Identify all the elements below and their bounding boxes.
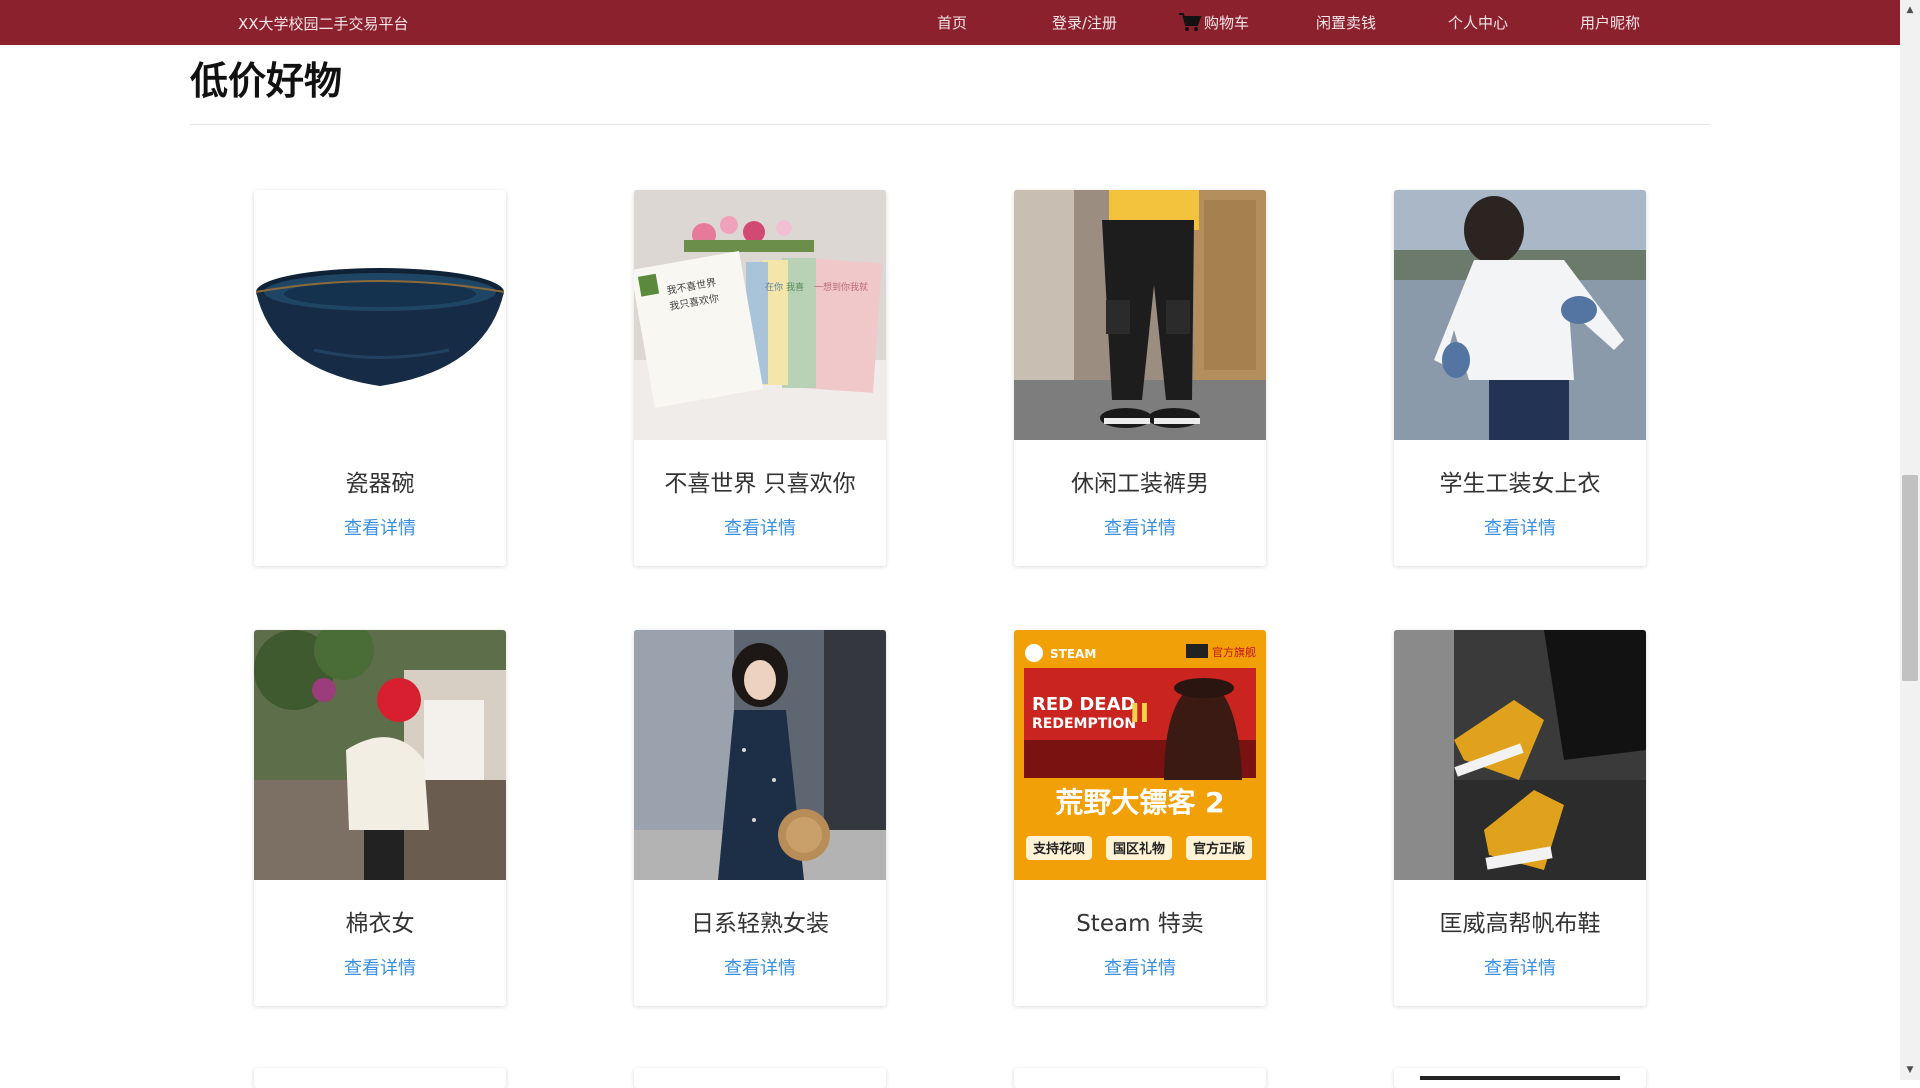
product-image-japanese-dress[interactable] <box>634 630 886 880</box>
view-details-link[interactable]: 查看详情 <box>1394 514 1646 540</box>
product-title: 匡威高帮帆布鞋 <box>1439 911 1601 937</box>
book-spine-text-1: 在你 <box>765 281 783 293</box>
steam-tag-2: 国区礼物 <box>1113 841 1165 857</box>
view-details-link[interactable]: 查看详情 <box>1014 954 1266 980</box>
site-brand[interactable]: XX大学校园二手交易平台 <box>238 13 409 34</box>
product-image-work-jacket[interactable] <box>1394 190 1646 440</box>
book-spine-text-2: 我喜 <box>786 281 804 293</box>
nav-user-nickname[interactable]: 用户昵称 <box>1580 12 1640 33</box>
product-card-partial[interactable] <box>634 1068 886 1088</box>
view-details-link[interactable]: 查看详情 <box>1014 514 1266 540</box>
view-details-link[interactable]: 查看详情 <box>634 514 886 540</box>
section-title: 低价好物 <box>190 59 343 103</box>
cart-icon <box>1179 13 1202 31</box>
product-image-partial <box>1420 1076 1620 1080</box>
view-details-link[interactable]: 查看详情 <box>254 954 506 980</box>
scrollbar-thumb[interactable] <box>1902 475 1918 681</box>
view-details-link[interactable]: 查看详情 <box>1394 954 1646 980</box>
nav-user-center[interactable]: 个人中心 <box>1448 12 1508 33</box>
view-details-link[interactable]: 查看详情 <box>634 954 886 980</box>
product-card[interactable]: 瓷器碗 查看详情 <box>254 190 506 566</box>
product-card-partial[interactable] <box>254 1068 506 1088</box>
nav-cart[interactable]: 购物车 <box>1178 12 1249 33</box>
product-card-partial[interactable] <box>1394 1068 1646 1088</box>
steam-tag-3: 官方正版 <box>1193 841 1245 857</box>
product-card[interactable]: 匡威高帮帆布鞋 查看详情 <box>1394 630 1646 1006</box>
steam-tag-1: 支持花呗 <box>1032 841 1085 857</box>
product-title: Steam 特卖 <box>1076 911 1204 937</box>
steam-brand-text: STEAM <box>1050 647 1096 661</box>
scroll-up-arrow[interactable]: ▲ <box>1900 2 1920 18</box>
product-title: 棉衣女 <box>345 911 415 937</box>
product-image-books[interactable]: 我不喜世界 我只喜欢你 在你 我喜 一想到你我就 <box>634 190 886 440</box>
view-details-link[interactable]: 查看详情 <box>254 514 506 540</box>
product-title: 日系轻熟女装 <box>691 911 829 937</box>
game-title-en-numeral: II <box>1130 699 1149 729</box>
product-image-bowl[interactable] <box>254 190 506 440</box>
nav-cart-label: 购物车 <box>1204 14 1250 32</box>
book-cover-text-3: 一想到你我就 <box>814 281 868 293</box>
product-title: 学生工装女上衣 <box>1439 471 1601 497</box>
nav-login-register[interactable]: 登录/注册 <box>1052 12 1117 33</box>
steam-store-text: 官方旗舰 <box>1212 645 1256 659</box>
nav-home[interactable]: 首页 <box>937 12 967 33</box>
product-title: 瓷器碗 <box>345 471 415 497</box>
product-title: 不喜世界 只喜欢你 <box>664 471 856 497</box>
section-divider <box>190 124 1710 125</box>
nav-sell-idle[interactable]: 闲置卖钱 <box>1316 12 1376 33</box>
product-image-cargo-pants[interactable] <box>1014 190 1266 440</box>
game-title-en-1: RED DEAD <box>1032 694 1135 715</box>
product-image-converse-shoes[interactable] <box>1394 630 1646 880</box>
game-title-cn: 荒野大镖客 2 <box>1055 786 1224 819</box>
product-card[interactable]: 学生工装女上衣 查看详情 <box>1394 190 1646 566</box>
scroll-down-arrow[interactable]: ▼ <box>1900 1062 1920 1078</box>
top-nav-bar: XX大学校园二手交易平台 首页 登录/注册 购物车 闲置卖钱 个人中心 用户昵称 <box>0 0 1900 45</box>
product-card[interactable]: 我不喜世界 我只喜欢你 在你 我喜 一想到你我就 不喜世界 只喜欢你 查看详情 <box>634 190 886 566</box>
product-title: 休闲工装裤男 <box>1071 471 1209 497</box>
product-card[interactable]: STEAM 官方旗舰 RED DEAD REDEMPTION II 荒野大镖客 … <box>1014 630 1266 1006</box>
product-card[interactable]: 休闲工装裤男 查看详情 <box>1014 190 1266 566</box>
product-image-steam-game[interactable]: STEAM 官方旗舰 RED DEAD REDEMPTION II 荒野大镖客 … <box>1014 630 1266 880</box>
game-title-en-2: REDEMPTION <box>1032 716 1136 732</box>
product-card[interactable]: 日系轻熟女装 查看详情 <box>634 630 886 1006</box>
product-card[interactable]: 棉衣女 查看详情 <box>254 630 506 1006</box>
product-image-cotton-coat[interactable] <box>254 630 506 880</box>
product-card-partial[interactable] <box>1014 1068 1266 1088</box>
